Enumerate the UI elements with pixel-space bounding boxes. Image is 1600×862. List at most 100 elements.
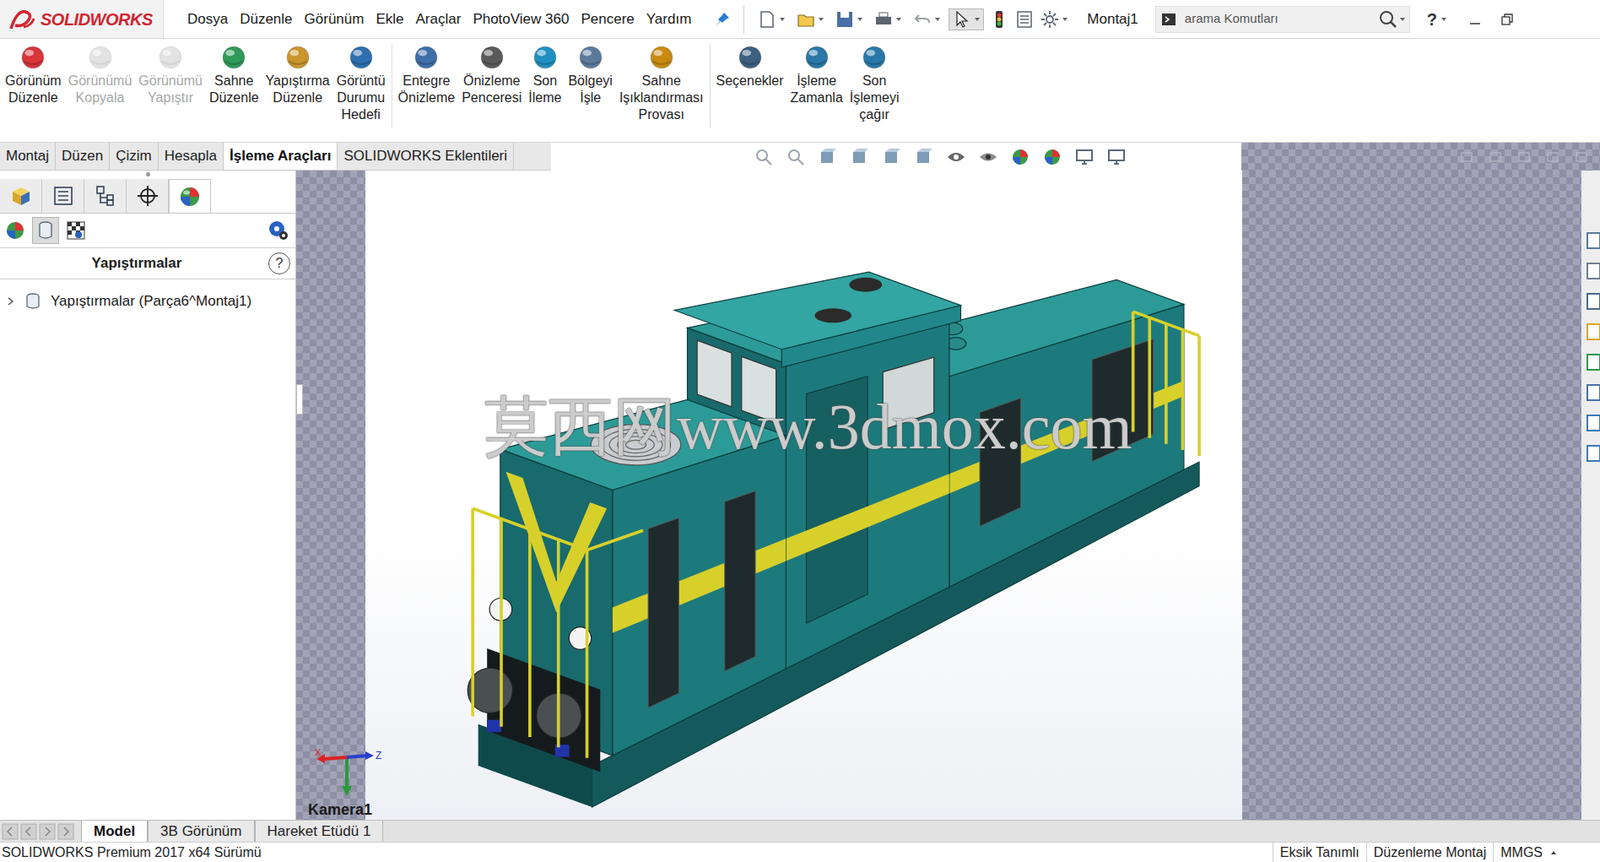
appearance-tab[interactable] — [32, 216, 60, 244]
command-tab[interactable]: SOLIDWORKS Eklentileri — [337, 142, 514, 170]
panel-tab[interactable] — [126, 178, 169, 213]
options-button[interactable] — [1039, 9, 1069, 30]
command-tab[interactable]: Hesapla — [158, 142, 224, 170]
tree-item[interactable]: Yapıştırmalar (Parça6^Montaj1) — [0, 289, 296, 314]
panel-tab[interactable] — [84, 178, 127, 213]
ribbon-button[interactable]: GörünümüYapıştır — [135, 43, 206, 107]
previous-view-icon[interactable] — [817, 146, 838, 168]
dropdown-caret-icon[interactable] — [973, 16, 981, 23]
new-document-icon[interactable] — [756, 9, 778, 30]
ribbon-button[interactable]: Bölgeyiİşle — [564, 43, 616, 107]
render-viewport[interactable]: 莫西网www.3dmox.com — [365, 170, 1243, 820]
select-arrow-icon[interactable] — [951, 9, 973, 30]
dynamic-annotation-icon[interactable] — [881, 146, 903, 168]
menu-item[interactable]: Görünüm — [299, 8, 370, 31]
dropdown-caret-icon[interactable] — [895, 16, 903, 23]
collapsed-arrow-icon[interactable] — [5, 296, 16, 307]
menu-item[interactable]: Dosya — [182, 8, 233, 31]
ribbon-button[interactable]: GörüntüDurumuHedefi — [333, 43, 390, 124]
minimize-view-icon[interactable] — [1517, 150, 1531, 164]
toolbar-button[interactable] — [909, 9, 944, 30]
apply-scene-icon[interactable] — [1042, 146, 1063, 168]
minimize-icon[interactable] — [1467, 11, 1483, 28]
scroll-last-icon[interactable] — [57, 822, 75, 840]
unit-menu-caret-icon[interactable] — [1549, 848, 1558, 857]
rebuild-traffic-light-icon[interactable] — [989, 9, 1010, 30]
command-tab[interactable]: Çizim — [109, 142, 159, 170]
hide-show-icon[interactable] — [978, 146, 999, 168]
edit-appearance-icon[interactable] — [1010, 146, 1031, 168]
help-button[interactable]: ? — [1427, 6, 1448, 33]
task-pane-tab-icon[interactable] — [1584, 442, 1600, 465]
appearance-settings-gear-icon[interactable] — [266, 218, 291, 243]
dropdown-caret-icon[interactable] — [1061, 16, 1069, 23]
select-button[interactable] — [948, 8, 984, 31]
ribbon-button[interactable]: İşlemeZamanla — [787, 43, 847, 107]
model-tab[interactable]: Model — [81, 820, 148, 842]
menu-item[interactable]: Pencere — [575, 8, 639, 31]
section-view-icon[interactable] — [849, 146, 871, 168]
print-icon[interactable] — [873, 9, 894, 30]
menu-item[interactable]: Araçlar — [410, 8, 467, 31]
toolbar-button[interactable] — [870, 9, 905, 30]
locomotive-model[interactable] — [365, 170, 1243, 820]
status-item[interactable]: MMGS — [1492, 842, 1550, 862]
restore-view-icon[interactable] — [1545, 150, 1560, 164]
panel-collapse-handle[interactable] — [296, 383, 303, 415]
magnifier-icon[interactable] — [1377, 8, 1400, 31]
scroll-prev-icon[interactable] — [20, 822, 38, 840]
task-pane-tab-icon[interactable] — [1584, 290, 1600, 313]
ribbon-button[interactable]: GörünümDüzenle — [1, 43, 65, 107]
ribbon-button[interactable]: GörünümüKopyala — [64, 43, 136, 107]
menu-item[interactable]: PhotoView 360 — [467, 8, 574, 31]
save-icon[interactable] — [834, 9, 855, 30]
scroll-next-icon[interactable] — [38, 822, 56, 840]
panel-tab[interactable] — [0, 178, 43, 213]
pin-icon[interactable] — [713, 10, 732, 29]
restore-icon[interactable] — [1499, 11, 1515, 28]
menu-item[interactable]: Yardım — [641, 8, 698, 31]
ribbon-button[interactable]: ÖnizlemePenceresi — [458, 43, 525, 107]
zoom-fit-icon[interactable] — [753, 146, 774, 168]
toolbar-button[interactable] — [793, 9, 828, 30]
tile-icon[interactable] — [1459, 150, 1474, 164]
menu-item[interactable]: Ekle — [370, 8, 409, 31]
dropdown-caret-icon[interactable] — [1399, 16, 1406, 23]
display-style-icon[interactable] — [945, 146, 967, 168]
ribbon-button[interactable]: Sonİleme — [524, 43, 565, 107]
task-pane-tab-icon[interactable] — [1584, 320, 1600, 343]
panel-tab[interactable] — [42, 178, 85, 213]
menu-item[interactable]: Düzenle — [234, 8, 298, 31]
panel-help-button[interactable]: ? — [268, 252, 291, 275]
search-box[interactable] — [1155, 5, 1411, 33]
search-input[interactable] — [1178, 9, 1378, 29]
zoom-area-icon[interactable] — [785, 146, 806, 168]
task-pane-tab-icon[interactable] — [1584, 411, 1600, 434]
dropdown-caret-icon[interactable] — [817, 16, 825, 23]
command-tab[interactable]: Düzen — [55, 142, 110, 170]
close-view-icon[interactable] — [1574, 150, 1589, 164]
ribbon-button[interactable]: Sonİşlemeyiçağır — [846, 43, 903, 124]
appearance-tab[interactable] — [62, 216, 90, 244]
toolbar-button[interactable] — [832, 9, 866, 30]
tile-icon[interactable] — [1488, 150, 1503, 164]
dropdown-caret-icon[interactable] — [856, 16, 864, 23]
open-folder-icon[interactable] — [795, 9, 817, 30]
scroll-first-icon[interactable] — [1, 822, 19, 840]
command-tab[interactable]: İşleme Araçları — [223, 142, 338, 170]
view-settings-icon[interactable] — [1074, 146, 1095, 168]
task-pane-tab-icon[interactable] — [1584, 351, 1600, 373]
ribbon-button[interactable]: Seçenekler — [713, 43, 788, 90]
ribbon-button[interactable]: YapıştırmaDüzenle — [262, 43, 334, 107]
command-tab[interactable]: Montaj — [0, 142, 56, 170]
appearance-tab[interactable] — [1, 216, 29, 244]
dropdown-caret-icon[interactable] — [778, 16, 786, 23]
undo-icon[interactable] — [912, 9, 933, 30]
graphics-area[interactable]: 莫西网www.3dmox.comXZKamera1 — [296, 170, 1600, 820]
model-tab[interactable]: 3B Görünüm — [147, 820, 255, 842]
model-tab[interactable]: Hareket Etüdü 1 — [254, 820, 384, 842]
panel-tab[interactable] — [168, 178, 211, 213]
gear-icon[interactable] — [1039, 9, 1060, 30]
ribbon-button[interactable]: EntegreÖnizleme — [394, 43, 460, 107]
dropdown-caret-icon[interactable] — [1440, 16, 1448, 23]
